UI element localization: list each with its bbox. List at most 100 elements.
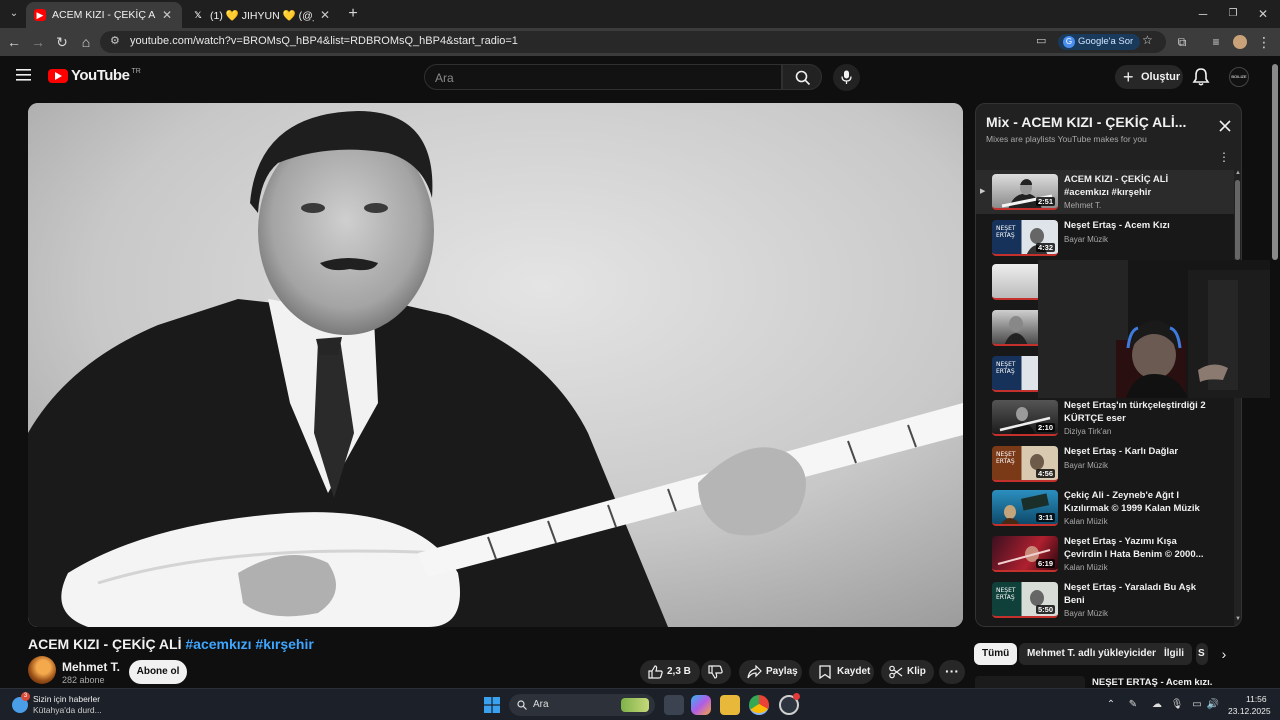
close-window-icon[interactable]: ✕ [1248, 4, 1278, 24]
create-button[interactable]: + Oluştur [1115, 65, 1183, 89]
playlist-item[interactable]: 6:19 Neşet Ertaş - Yazımı Kışa Çevirdin … [976, 532, 1234, 576]
microphone-tray-icon[interactable]: 🎙 [1170, 698, 1184, 712]
news-widget-subtitle[interactable]: Kütahya'da durd... [33, 705, 102, 715]
scrollbar-thumb[interactable] [1235, 180, 1240, 260]
recommended-video-thumbnail[interactable] [975, 676, 1085, 688]
video-thumbnail: 2:51 [992, 174, 1058, 210]
reading-list-icon[interactable]: ≡ [1206, 32, 1226, 52]
chrome-icon[interactable] [749, 695, 769, 715]
forward-icon[interactable]: → [28, 32, 48, 52]
back-icon[interactable]: ← [4, 32, 24, 52]
playlist-item[interactable]: ▶ 2:51 ACEM KIZI - ÇEKİÇ ALİ #acemkızı #… [976, 170, 1234, 214]
notifications-bell-icon[interactable] [1190, 66, 1212, 88]
chip-all[interactable]: Tümü [974, 643, 1018, 665]
playlist-item[interactable]: 3:11 Çekiç Ali - Zeyneb'e Ağıt I Kızılır… [976, 486, 1234, 530]
clock-date[interactable]: 23.12.2025 [1228, 706, 1271, 716]
voice-search-button[interactable] [833, 64, 860, 91]
copilot-icon[interactable] [691, 695, 711, 715]
restore-icon[interactable]: ❐ [1218, 4, 1248, 24]
like-count: 2,3 B [667, 666, 691, 677]
browser-tab-x[interactable]: 𝕏 (1) 💛 JIHYUN 💛 (@_LANVER ✕ [184, 2, 340, 28]
chips-next-chevron-icon[interactable]: › [1214, 644, 1234, 664]
playlist-item[interactable]: 2:10 Neşet Ertaş'ın türkçeleştirdiği 2 K… [976, 396, 1234, 440]
chip-from-uploader[interactable]: Mehmet T. adlı yükleyiciden [1019, 643, 1167, 665]
google-ask-button[interactable]: G Google'a Sor [1058, 34, 1141, 50]
clock-time[interactable]: 11:56 [1246, 694, 1267, 704]
like-button[interactable]: 2,3 B [640, 660, 700, 684]
chrome-menu-icon[interactable]: ⋮ [1254, 32, 1274, 52]
video-title: Neşet Ertaş - Acem Kızı [1064, 220, 1170, 231]
page-scrollbar-thumb[interactable] [1272, 64, 1278, 260]
close-playlist-icon[interactable] [1217, 118, 1233, 134]
more-actions-icon[interactable]: ··· [939, 660, 965, 684]
save-button[interactable]: Kaydet [809, 660, 874, 684]
url-text: youtube.com/watch?v=BROMsQ_hBP4&list=RDB… [130, 35, 518, 47]
tray-overflow-icon[interactable]: ⌃ [1104, 698, 1118, 712]
logo-wordmark: YouTube [71, 67, 130, 84]
svg-text:NEŞET: NEŞET [996, 361, 1016, 368]
address-bar[interactable]: ⚙ youtube.com/watch?v=BROMsQ_hBP4&list=R… [100, 31, 1166, 53]
video-title: Neşet Ertaş - Karlı Dağlar [1064, 446, 1179, 457]
home-icon[interactable]: ⌂ [76, 32, 96, 52]
bookmark-star-icon[interactable]: ☆ [1142, 33, 1153, 47]
google-ask-label: Google'a Sor [1078, 36, 1134, 47]
volume-icon[interactable]: 🔊 [1206, 698, 1220, 712]
browser-tab-youtube[interactable]: ▶ ACEM KIZI - ÇEKİÇ ALİ #ac ✕ [26, 2, 182, 28]
playlist-menu-icon[interactable]: ⋮ [1218, 150, 1230, 164]
file-explorer-icon[interactable] [720, 695, 740, 715]
channel-avatar[interactable] [28, 656, 56, 684]
webcam-image [1038, 260, 1280, 398]
news-widget-title[interactable]: Sizin için haberler [33, 694, 100, 704]
page-scrollbar[interactable] [1270, 56, 1280, 688]
video-player[interactable] [28, 103, 963, 627]
taskbar-search[interactable]: Ara [509, 694, 655, 716]
search-button[interactable] [782, 64, 822, 90]
youtube-play-logo-icon [48, 68, 68, 83]
video-thumbnail: NEŞET ERTAŞ 4:32 [992, 220, 1058, 256]
clip-label: Klip [907, 666, 926, 677]
account-avatar[interactable]: BOILIZE [1229, 67, 1249, 87]
chip-related[interactable]: İlgili [1156, 643, 1192, 665]
subscribe-button[interactable]: Abone ol [129, 660, 187, 684]
video-title: Neşet Ertaş - Yaraladı Bu Aşk Beni [1064, 582, 1197, 606]
news-badge: 3 [21, 692, 30, 701]
playlist-item[interactable]: NEŞET ERTAŞ 5:50 Neşet Ertaş - Yaraladı B… [976, 578, 1234, 622]
display-icon[interactable]: ▭ [1190, 698, 1204, 712]
new-tab-button[interactable]: + [343, 4, 363, 24]
share-button[interactable]: Paylaş [739, 660, 802, 684]
task-view-icon[interactable] [664, 695, 684, 715]
site-info-icon[interactable]: ⚙ [110, 34, 120, 47]
pen-icon[interactable]: ✎ [1126, 698, 1140, 712]
hamburger-menu-icon[interactable] [16, 68, 32, 82]
playlist-item[interactable]: NEŞET ERTAŞ 4:32 Neşet Ertaş - Acem Kızı … [976, 216, 1234, 260]
tab-search-chevron-icon[interactable]: ⌄ [4, 4, 24, 24]
channel-name[interactable]: Mehmet T. [62, 660, 120, 674]
recommended-video-title[interactable]: NEŞET ERTAŞ - Acem kızı. [1092, 677, 1212, 688]
svg-text:ERTAŞ: ERTAŞ [996, 458, 1015, 465]
close-tab-icon[interactable]: ✕ [318, 8, 332, 22]
chip-partial[interactable]: S [1196, 643, 1208, 665]
clip-button[interactable]: Klip [881, 660, 934, 684]
reload-icon[interactable]: ↻ [52, 32, 72, 52]
windows-start-icon[interactable] [484, 697, 500, 713]
dislike-button[interactable] [701, 660, 731, 684]
youtube-logo[interactable]: YouTube TR [48, 67, 141, 84]
search-highlight-icon [621, 698, 649, 712]
search-input[interactable]: Ara [424, 64, 782, 90]
cast-icon[interactable]: ▭ [1036, 34, 1046, 47]
extensions-icon[interactable]: ⧉ [1172, 32, 1192, 52]
obs-icon[interactable] [779, 693, 800, 715]
playlist-item[interactable]: NEŞET ERTAŞ 4:56 Neşet Ertaş - Karlı Dağl… [976, 442, 1234, 486]
scroll-down-icon[interactable]: ▼ [1235, 616, 1241, 622]
playlist-scrollbar[interactable]: ▲ ▼ [1234, 170, 1241, 626]
minimize-icon[interactable]: ─ [1188, 4, 1218, 24]
scroll-up-icon[interactable]: ▲ [1235, 170, 1241, 176]
search-icon [517, 700, 527, 710]
close-tab-icon[interactable]: ✕ [160, 8, 174, 22]
video-hashtags[interactable]: #acemkızı #kırşehir [185, 636, 313, 652]
video-duration: 5:50 [1035, 605, 1055, 614]
playlist-title[interactable]: Mix - ACEM KIZI - ÇEKİÇ ALİ... [986, 114, 1186, 130]
cloud-icon[interactable]: ☁ [1150, 698, 1164, 712]
profile-avatar-icon[interactable] [1230, 32, 1250, 52]
x-favicon-icon: 𝕏 [194, 9, 202, 20]
